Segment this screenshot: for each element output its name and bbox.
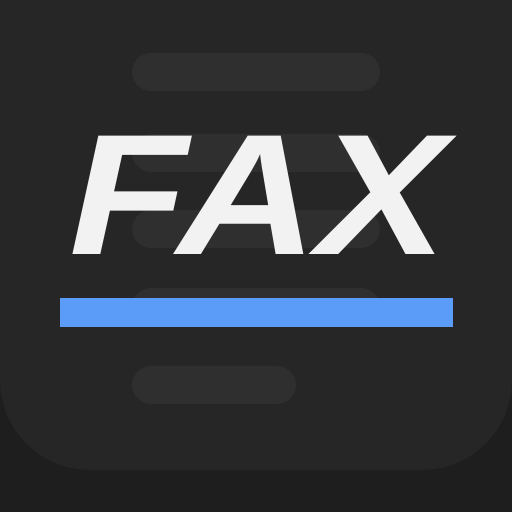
fax-app-icon: FAX [0, 0, 512, 512]
fax-wordmark: FAX [69, 99, 457, 291]
accent-underline [60, 298, 453, 327]
fax-logo: FAX [69, 99, 457, 291]
